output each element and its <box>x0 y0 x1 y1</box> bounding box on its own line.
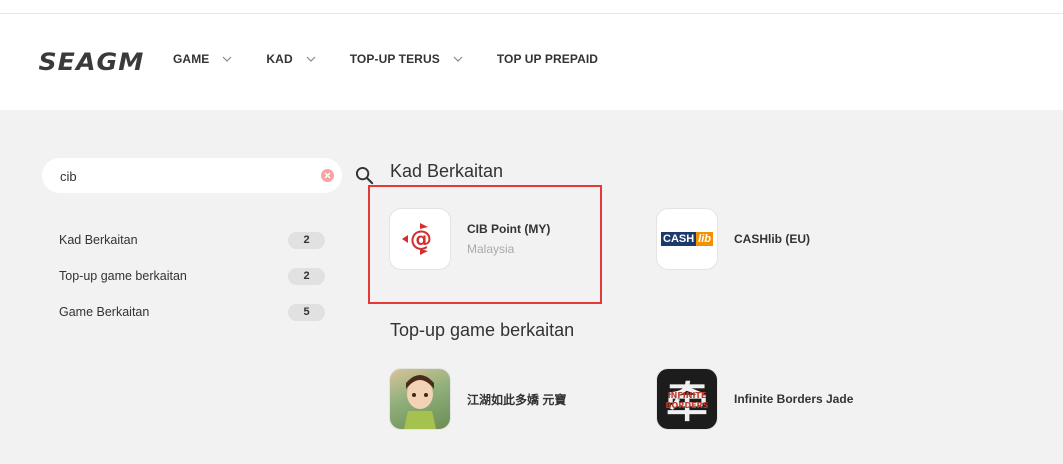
section-title-topup: Top-up game berkaitan <box>390 320 575 340</box>
main-nav: GAME KAD TOP-UP TERUS TOP UP PREPAID <box>173 52 632 66</box>
logo-text: SEAGM <box>38 48 145 76</box>
chevron-down-icon <box>222 54 232 64</box>
filter-list: Kad Berkaitan 2 Top-up game berkaitan 2 … <box>42 222 326 330</box>
infinite-borders-game-thumbnail: 牵 INFINITE BORDERS <box>656 368 718 430</box>
site-header: SEAGM GAME KAD TOP-UP TERUS TOP UP PREPA… <box>0 14 1063 110</box>
card-name: Infinite Borders Jade <box>734 392 854 406</box>
cib-point-logo: @ <box>389 208 451 270</box>
filter-count-badge: 5 <box>288 303 325 321</box>
search-input[interactable] <box>60 166 270 186</box>
jianghu-game-thumbnail <box>389 368 451 430</box>
search-icon[interactable] <box>355 166 374 185</box>
filter-label: Top-up game berkaitan <box>59 269 187 283</box>
nav-topup-terus-label: TOP-UP TERUS <box>349 52 440 66</box>
card-subtitle: Malaysia <box>467 242 515 256</box>
nav-kad[interactable]: KAD <box>266 52 316 66</box>
card-jianghu[interactable]: 江湖如此多嬌 元寶 <box>389 368 566 430</box>
chevron-down-icon <box>453 54 463 64</box>
card-infinite-borders[interactable]: 牵 INFINITE BORDERS Infinite Borders Jade <box>656 368 853 430</box>
card-name: 江湖如此多嬌 元寶 <box>467 392 567 407</box>
card-name: CASHlib (EU) <box>734 232 810 246</box>
filter-game-berkaitan[interactable]: Game Berkaitan 5 <box>42 294 326 330</box>
filter-kad-berkaitan[interactable]: Kad Berkaitan 2 <box>42 222 326 258</box>
cashlib-cash-text: CASH <box>661 232 697 246</box>
card-name: CIB Point (MY) <box>467 222 551 236</box>
nav-game[interactable]: GAME <box>173 52 232 66</box>
nav-kad-label: KAD <box>266 52 293 66</box>
infinite-logo-text: INFINITE BORDERS <box>665 391 709 410</box>
nav-game-label: GAME <box>173 52 210 66</box>
nav-topup-prepaid[interactable]: TOP UP PREPAID <box>497 52 598 66</box>
search-box <box>42 158 374 193</box>
filter-label: Kad Berkaitan <box>59 233 138 247</box>
filter-topup-game-berkaitan[interactable]: Top-up game berkaitan 2 <box>42 258 326 294</box>
card-cib-point[interactable]: @ CIB Point (MY) Malaysia <box>389 208 550 270</box>
top-strip <box>0 0 1063 14</box>
cashlib-logo: CASH lib <box>656 208 718 270</box>
section-title-kad: Kad Berkaitan <box>390 161 504 181</box>
clear-icon[interactable] <box>321 169 334 182</box>
filter-count-badge: 2 <box>288 231 325 249</box>
seagm-logo[interactable]: SEAGM <box>38 48 145 76</box>
card-cashlib[interactable]: CASH lib CASHlib (EU) <box>656 208 810 270</box>
cashlib-lib-text: lib <box>696 232 714 246</box>
svg-text:@: @ <box>410 227 432 252</box>
filter-label: Game Berkaitan <box>59 305 150 319</box>
nav-topup-prepaid-label: TOP UP PREPAID <box>496 52 599 66</box>
filter-count-badge: 2 <box>288 267 325 285</box>
nav-topup-terus[interactable]: TOP-UP TERUS <box>350 52 463 66</box>
chevron-down-icon <box>306 54 316 64</box>
